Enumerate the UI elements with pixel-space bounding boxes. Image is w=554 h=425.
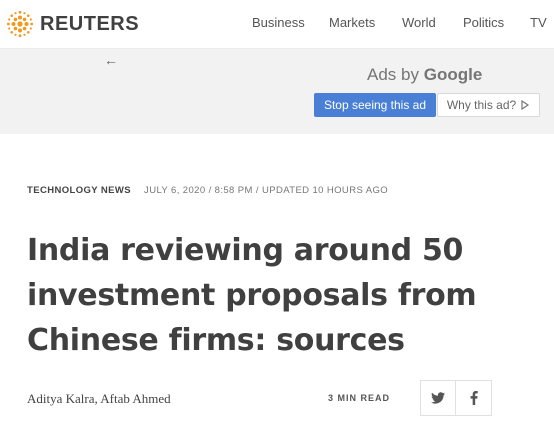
logo-wordmark: REUTERS bbox=[40, 12, 140, 35]
ads-by-text: Ads by bbox=[367, 65, 419, 84]
article-byline: Aditya Kalra, Aftab Ahmed bbox=[27, 391, 171, 406]
article-meta: TECHNOLOGY NEWS JULY 6, 2020 / 8:58 PM /… bbox=[27, 185, 388, 196]
share-facebook-button[interactable] bbox=[456, 380, 492, 416]
facebook-icon bbox=[470, 391, 478, 405]
read-time: 3 MIN READ bbox=[328, 393, 391, 403]
stop-seeing-this-ad-button[interactable]: Stop seeing this ad bbox=[314, 93, 436, 117]
ad-banner bbox=[0, 49, 554, 134]
share-twitter-button[interactable] bbox=[420, 380, 456, 416]
nav-item-business[interactable]: Business bbox=[252, 15, 305, 30]
article-headline: India reviewing around 50 investment pro… bbox=[27, 233, 477, 358]
nav-item-markets[interactable]: Markets bbox=[329, 15, 375, 30]
twitter-icon bbox=[431, 392, 445, 404]
reuters-dot-logo-icon bbox=[6, 10, 34, 38]
reuters-logo[interactable]: REUTERS bbox=[6, 10, 139, 38]
article-channel[interactable]: TECHNOLOGY NEWS bbox=[27, 185, 131, 196]
nav-item-world[interactable]: World bbox=[402, 15, 436, 30]
triangle-play-icon bbox=[521, 100, 530, 110]
top-navigation-bar: REUTERS Business Markets World Politics … bbox=[0, 0, 554, 49]
google-text: Google bbox=[423, 65, 483, 84]
nav-item-politics[interactable]: Politics bbox=[463, 15, 504, 30]
why-this-ad-label: Why this ad? bbox=[446, 98, 517, 112]
nav-item-tv[interactable]: TV bbox=[530, 15, 547, 30]
left-arrow-icon[interactable]: ← bbox=[104, 52, 118, 68]
why-this-ad-button[interactable]: Why this ad? bbox=[437, 93, 540, 117]
ads-by-google-label: Ads by Google bbox=[367, 65, 482, 85]
article-dateline: JULY 6, 2020 / 8:58 PM / UPDATED 10 HOUR… bbox=[144, 185, 389, 196]
